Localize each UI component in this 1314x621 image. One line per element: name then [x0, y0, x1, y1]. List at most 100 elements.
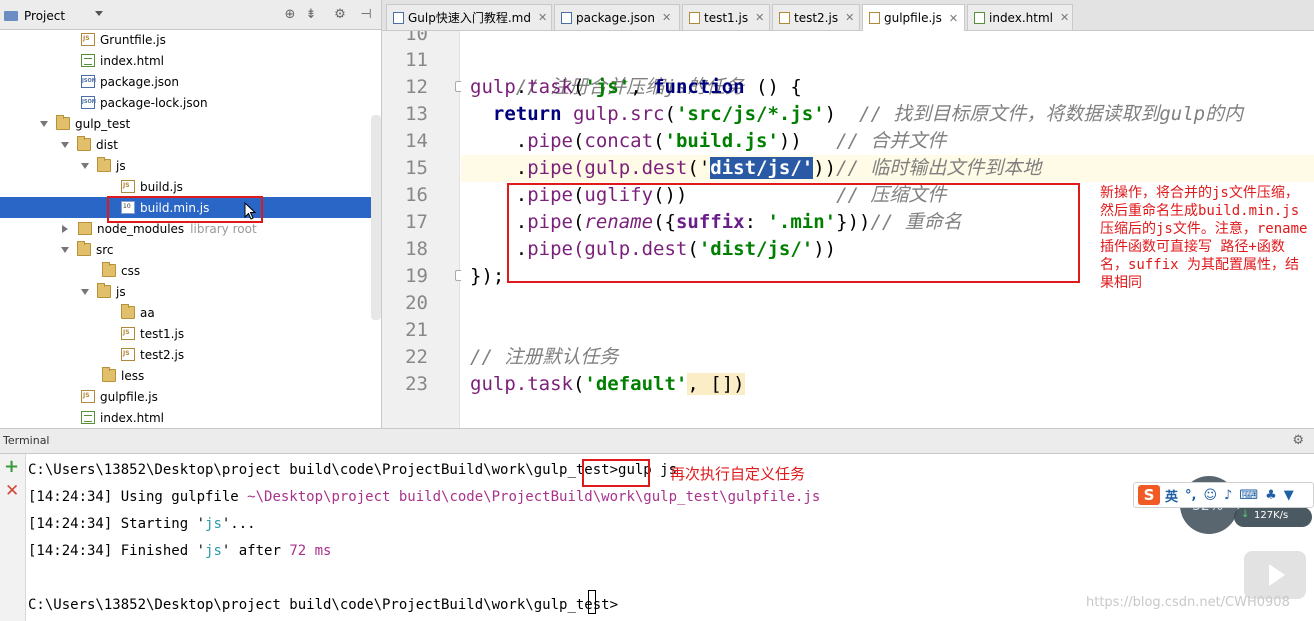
- tab-label: package.json: [576, 10, 656, 25]
- line-number: 12: [405, 76, 428, 98]
- minified-js-file-icon: [121, 201, 135, 214]
- js-file-icon: [869, 12, 880, 24]
- ime-language[interactable]: 英: [1165, 486, 1178, 505]
- close-icon[interactable]: ✕: [662, 11, 671, 24]
- tree-item[interactable]: Gruntfile.js: [0, 29, 381, 50]
- tree-item[interactable]: gulpfile.js: [0, 386, 381, 407]
- tree-item-selected[interactable]: build.min.js: [0, 197, 381, 218]
- tree-item[interactable]: package.json: [0, 71, 381, 92]
- expand-arrow-icon[interactable]: [40, 120, 48, 127]
- gear-icon[interactable]: ⚙: [1292, 433, 1304, 448]
- folder-icon: [97, 283, 111, 298]
- close-session-icon[interactable]: ✕: [5, 482, 19, 500]
- expand-arrow-icon[interactable]: [61, 141, 69, 148]
- toolbox-icon[interactable]: ▼: [1284, 488, 1294, 503]
- microphone-icon[interactable]: ♪: [1224, 488, 1232, 503]
- tree-item-label: index.html: [100, 53, 164, 68]
- expand-arrow-icon[interactable]: [81, 288, 89, 295]
- line-number: 23: [405, 373, 428, 395]
- emoji-icon[interactable]: ☺: [1203, 488, 1217, 503]
- close-icon[interactable]: ✕: [755, 11, 764, 24]
- chevron-down-icon: [95, 11, 103, 16]
- line-number: 22: [405, 346, 428, 368]
- tree-folder[interactable]: less: [0, 365, 381, 386]
- tree-item-label: js: [116, 158, 126, 173]
- line-number: 21: [405, 319, 428, 341]
- line-number: 15: [405, 157, 428, 179]
- project-panel-header: Project ⊕ ⇟ ⚙ ⊣: [0, 0, 381, 30]
- expand-arrow-icon[interactable]: [81, 162, 89, 169]
- terminal-command: gulp js: [618, 462, 678, 478]
- tree-folder[interactable]: js: [0, 155, 381, 176]
- folder-icon: [56, 115, 70, 130]
- terminal-side-toolbar: + ✕: [0, 454, 26, 621]
- terminal-cursor: [588, 590, 596, 614]
- tree-item-label: test1.js: [140, 326, 185, 341]
- tree-item[interactable]: test1.js: [0, 323, 381, 344]
- html-file-icon: [81, 54, 95, 67]
- line-number: 20: [405, 292, 428, 314]
- tab-test2-js[interactable]: test2.js ✕: [772, 4, 860, 30]
- download-arrow-icon: ↓: [1241, 509, 1250, 520]
- code-line: .pipe(gulp.dest('dist/js/'))// 临时输出文件到本地: [470, 157, 1042, 179]
- json-file-icon: [561, 11, 572, 24]
- ime-logo-icon: S: [1138, 485, 1160, 505]
- tree-item[interactable]: package-lock.json: [0, 92, 381, 113]
- skin-icon[interactable]: ♣: [1265, 488, 1277, 503]
- annotation-note: 新操作，将合并的js文件压缩，然后重命名生成build.min.js压缩后的js…: [1100, 185, 1308, 291]
- project-view-dropdown[interactable]: Project: [4, 6, 107, 25]
- close-icon[interactable]: ✕: [1060, 11, 1069, 24]
- tree-item[interactable]: test2.js: [0, 344, 381, 365]
- watermark: https://blog.csdn.net/CWH0908: [1086, 595, 1290, 610]
- tab-gulpfile-js[interactable]: gulpfile.js ✕: [862, 4, 965, 31]
- close-icon[interactable]: ✕: [845, 11, 854, 24]
- tree-folder[interactable]: aa: [0, 302, 381, 323]
- editor-tab-bar: Gulp快速入门教程.md ✕ package.json ✕ test1.js …: [382, 0, 1314, 31]
- tree-item-label: build.min.js: [140, 200, 210, 215]
- folder-icon: [78, 222, 92, 235]
- editor-gutter: 10 11 12 13 14 15 16 17 18 19 20 21 22 2…: [382, 31, 460, 428]
- tab-gulp-md[interactable]: Gulp快速入门教程.md ✕: [386, 4, 552, 30]
- tab-index-html[interactable]: index.html ✕: [967, 4, 1073, 30]
- gear-icon[interactable]: ⚙: [333, 8, 347, 22]
- tree-folder[interactable]: dist: [0, 134, 381, 155]
- code-line: .pipe(rename({suffix: '.min'}))// 重命名: [470, 211, 962, 233]
- punctuation-icon[interactable]: °,: [1185, 488, 1196, 503]
- collapsed-arrow-icon[interactable]: [62, 224, 68, 233]
- locate-icon[interactable]: ⊕: [283, 8, 297, 22]
- new-session-plus-icon[interactable]: +: [4, 458, 19, 476]
- close-icon[interactable]: ✕: [949, 12, 958, 25]
- json-file-icon: [81, 75, 96, 88]
- library-root-label: library root: [190, 221, 257, 236]
- expand-arrow-icon[interactable]: [61, 246, 69, 253]
- keyboard-icon[interactable]: ⌨: [1239, 488, 1258, 503]
- play-icon[interactable]: [1244, 551, 1306, 599]
- markdown-file-icon: [393, 11, 404, 24]
- tree-item[interactable]: index.html: [0, 50, 381, 71]
- line-number: 17: [405, 211, 428, 233]
- ime-toolbar[interactable]: S 英 °, ☺ ♪ ⌨ ♣ ▼: [1133, 482, 1314, 508]
- tree-item-label: test2.js: [140, 347, 185, 362]
- tree-folder[interactable]: gulp_test: [0, 113, 381, 134]
- tab-package-json[interactable]: package.json ✕: [554, 4, 680, 30]
- tree-folder[interactable]: src: [0, 239, 381, 260]
- hide-panel-icon[interactable]: ⊣: [359, 8, 373, 22]
- tree-item[interactable]: build.js: [0, 176, 381, 197]
- tree-folder[interactable]: css: [0, 260, 381, 281]
- tree-item[interactable]: index.html: [0, 407, 381, 428]
- html-file-icon: [81, 411, 95, 424]
- selected-text: dist/js/': [710, 157, 814, 179]
- collapse-icon[interactable]: ⇟: [304, 8, 318, 22]
- line-number: 18: [405, 238, 428, 260]
- tree-folder[interactable]: js: [0, 281, 381, 302]
- terminal-line: C:\Users\13852\Desktop\project build\cod…: [28, 462, 678, 478]
- line-number: 16: [405, 184, 428, 206]
- tree-scrollbar[interactable]: [371, 115, 381, 320]
- tree-folder[interactable]: node_modules library root: [0, 218, 381, 239]
- close-icon[interactable]: ✕: [538, 11, 547, 24]
- project-folder-icon: [4, 10, 18, 21]
- terminal-line: [14:24:34] Starting 'js'...: [28, 516, 256, 532]
- rate-text: 127K/s: [1254, 510, 1289, 521]
- line-number: 10: [405, 31, 428, 45]
- tab-test1-js[interactable]: test1.js ✕: [682, 4, 770, 30]
